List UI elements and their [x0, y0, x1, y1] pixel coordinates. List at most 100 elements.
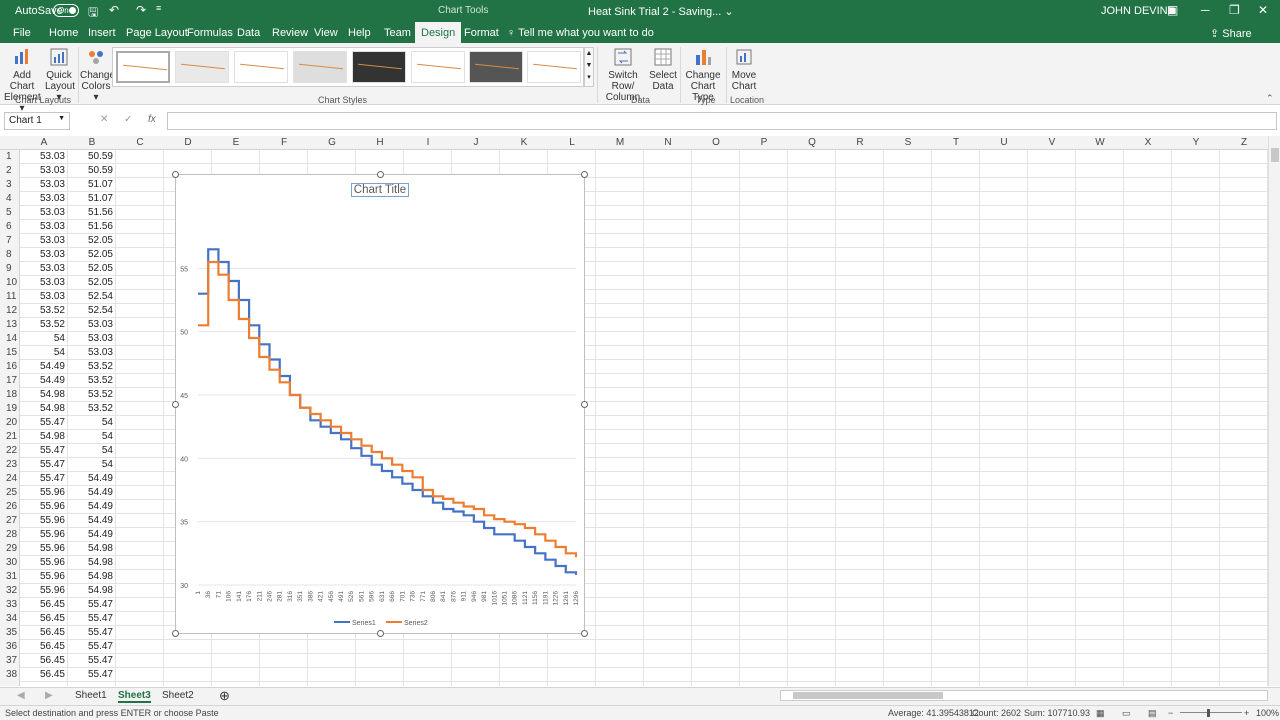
- row-header[interactable]: 1: [0, 151, 18, 162]
- column-header-w[interactable]: W: [1076, 137, 1124, 148]
- cell-b[interactable]: 53.52: [69, 389, 113, 400]
- resize-handle-bottom[interactable]: [377, 630, 384, 637]
- enter-icon[interactable]: ✓: [124, 114, 132, 125]
- sheet-tab-sheet1[interactable]: Sheet1: [75, 690, 107, 701]
- tab-format[interactable]: Format: [464, 27, 499, 39]
- row-header[interactable]: 34: [0, 613, 18, 624]
- name-box[interactable]: Chart 1 ▼: [4, 112, 70, 130]
- column-header-e[interactable]: E: [212, 137, 260, 148]
- chart-style-4[interactable]: [293, 51, 347, 83]
- scroll-sheets-left-icon[interactable]: ◀: [17, 690, 25, 701]
- row-header[interactable]: 17: [0, 375, 18, 386]
- column-header-b[interactable]: B: [68, 137, 116, 148]
- cell-b[interactable]: 54.98: [69, 571, 113, 582]
- cell-b[interactable]: 50.59: [69, 165, 113, 176]
- cell-a[interactable]: 56.45: [21, 613, 65, 624]
- cell-a[interactable]: 55.96: [21, 571, 65, 582]
- row-header[interactable]: 2: [0, 165, 18, 176]
- row-header[interactable]: 19: [0, 403, 18, 414]
- insert-function-icon[interactable]: fx: [148, 114, 156, 125]
- cell-b[interactable]: 55.47: [69, 599, 113, 610]
- cell-a[interactable]: 55.47: [21, 417, 65, 428]
- row-header[interactable]: 33: [0, 599, 18, 610]
- cell-a[interactable]: 55.96: [21, 515, 65, 526]
- chart-object[interactable]: Chart Title 55 50 45 40 35 30 1 36 71 106 141 176 21…: [172, 171, 588, 637]
- zoom-slider-thumb[interactable]: [1207, 709, 1210, 717]
- row-header[interactable]: 13: [0, 319, 18, 330]
- row-header[interactable]: 23: [0, 459, 18, 470]
- cell-a[interactable]: 55.47: [21, 459, 65, 470]
- vertical-scroll-thumb[interactable]: [1271, 148, 1279, 162]
- column-header-u[interactable]: U: [980, 137, 1028, 148]
- cell-a[interactable]: 53.03: [21, 193, 65, 204]
- save-icon[interactable]: 🖫: [88, 3, 98, 24]
- tab-design[interactable]: Design: [415, 22, 462, 43]
- column-header-p[interactable]: P: [740, 137, 788, 148]
- tab-team[interactable]: Team: [384, 27, 411, 39]
- column-header-t[interactable]: T: [932, 137, 980, 148]
- cell-b[interactable]: 54.49: [69, 487, 113, 498]
- row-header[interactable]: 15: [0, 347, 18, 358]
- cell-b[interactable]: 55.47: [69, 669, 113, 680]
- cell-a[interactable]: 53.03: [21, 263, 65, 274]
- row-header[interactable]: 16: [0, 361, 18, 372]
- sheet-tab-sheet2[interactable]: Sheet2: [162, 690, 194, 701]
- ribbon-display-icon[interactable]: ▣: [1167, 3, 1178, 17]
- vertical-scrollbar[interactable]: [1268, 136, 1280, 686]
- cell-a[interactable]: 54.98: [21, 403, 65, 414]
- cell-b[interactable]: 51.56: [69, 207, 113, 218]
- column-header-f[interactable]: F: [260, 137, 308, 148]
- change-colors-button[interactable]: Change Colors ▾: [80, 47, 115, 103]
- cell-b[interactable]: 54: [69, 445, 113, 456]
- cell-b[interactable]: 54.98: [69, 543, 113, 554]
- cell-b[interactable]: 53.03: [69, 319, 113, 330]
- cell-a[interactable]: 53.03: [21, 165, 65, 176]
- tab-review[interactable]: Review: [272, 27, 308, 39]
- customize-qat-icon[interactable]: ≡: [156, 3, 161, 13]
- cell-a[interactable]: 53.03: [21, 207, 65, 218]
- cell-b[interactable]: 53.03: [69, 333, 113, 344]
- row-header[interactable]: 9: [0, 263, 18, 274]
- resize-handle-top-right[interactable]: [581, 171, 588, 178]
- cell-b[interactable]: 52.05: [69, 277, 113, 288]
- cell-a[interactable]: 53.52: [21, 305, 65, 316]
- cell-b[interactable]: 55.47: [69, 641, 113, 652]
- zoom-out-icon[interactable]: −: [1168, 708, 1173, 718]
- horizontal-scrollbar[interactable]: [780, 690, 1268, 701]
- row-header[interactable]: 27: [0, 515, 18, 526]
- share-button[interactable]: ⇪ Share: [1210, 27, 1252, 40]
- resize-handle-bottom-right[interactable]: [581, 630, 588, 637]
- cell-a[interactable]: 54: [21, 333, 65, 344]
- collapse-ribbon-icon[interactable]: ⌃: [1266, 93, 1274, 104]
- cell-a[interactable]: 56.45: [21, 627, 65, 638]
- cell-b[interactable]: 55.47: [69, 613, 113, 624]
- cell-a[interactable]: 56.45: [21, 669, 65, 680]
- cell-b[interactable]: 54.98: [69, 585, 113, 596]
- chart-style-1[interactable]: [116, 51, 170, 83]
- chart-style-8[interactable]: [527, 51, 581, 83]
- zoom-in-icon[interactable]: +: [1244, 708, 1249, 718]
- cell-a[interactable]: 55.47: [21, 445, 65, 456]
- restore-icon[interactable]: ❐: [1229, 3, 1240, 17]
- column-header-o[interactable]: O: [692, 137, 740, 148]
- row-header[interactable]: 8: [0, 249, 18, 260]
- cell-b[interactable]: 54.49: [69, 473, 113, 484]
- resize-handle-top-left[interactable]: [172, 171, 179, 178]
- column-header-l[interactable]: L: [548, 137, 596, 148]
- cell-b[interactable]: 51.56: [69, 221, 113, 232]
- cell-b[interactable]: 50.59: [69, 151, 113, 162]
- cell-b[interactable]: 51.07: [69, 179, 113, 190]
- cell-b[interactable]: 54: [69, 417, 113, 428]
- cell-b[interactable]: 53.52: [69, 361, 113, 372]
- tab-formulas[interactable]: Formulas: [187, 27, 233, 39]
- tab-insert[interactable]: Insert: [88, 27, 116, 39]
- cell-b[interactable]: 53.52: [69, 375, 113, 386]
- status-count[interactable]: Count: 2602: [972, 708, 1021, 718]
- page-break-view-icon[interactable]: ▤: [1148, 708, 1157, 719]
- cell-a[interactable]: 53.03: [21, 235, 65, 246]
- column-header-c[interactable]: C: [116, 137, 164, 148]
- cell-a[interactable]: 53.03: [21, 249, 65, 260]
- column-header-y[interactable]: Y: [1172, 137, 1220, 148]
- zoom-level[interactable]: 100%: [1256, 708, 1279, 718]
- column-header-m[interactable]: M: [596, 137, 644, 148]
